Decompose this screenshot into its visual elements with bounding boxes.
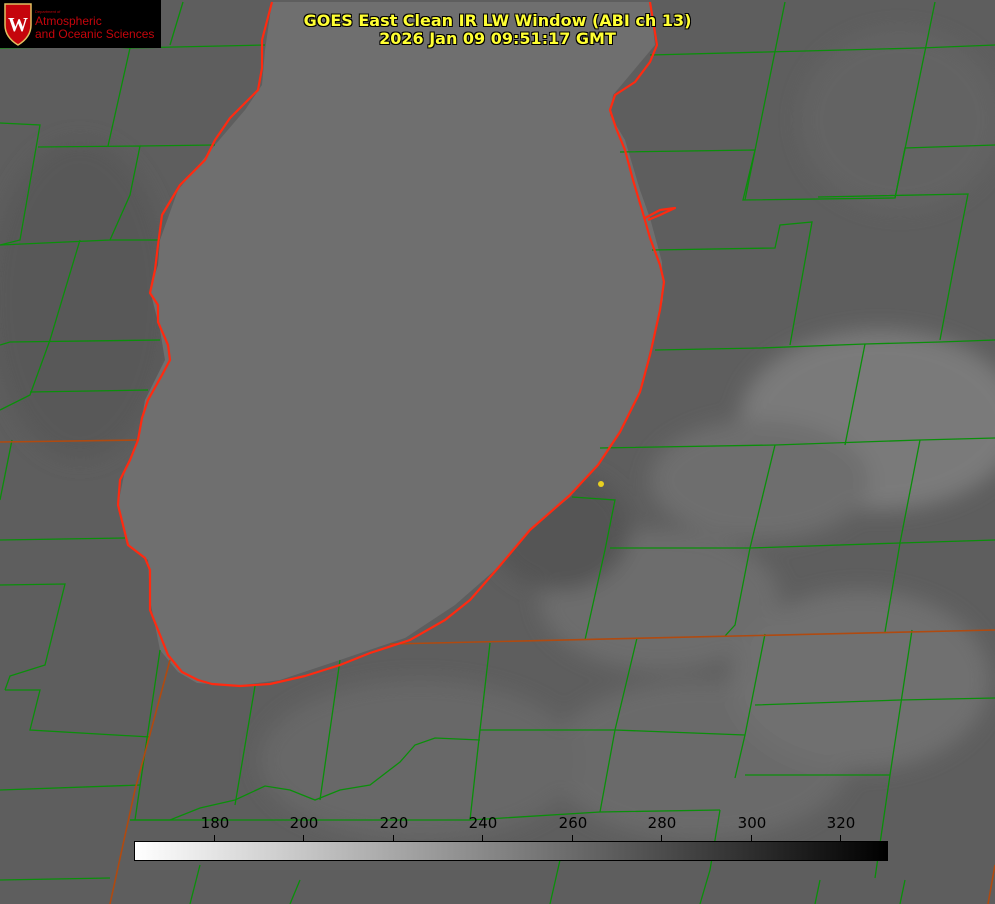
colorbar-tick: 280 [642, 813, 682, 841]
logo-line-2: and Oceanic Sciences [35, 27, 155, 41]
uw-crest-icon: W [4, 3, 32, 46]
colorbar-tick: 260 [553, 813, 593, 841]
colorbar-tick: 300 [732, 813, 772, 841]
colorbar-tick: 240 [463, 813, 503, 841]
image-title: GOES East Clean IR LW Window (ABI ch 13)… [260, 12, 735, 48]
colorbar-tick: 220 [374, 813, 414, 841]
department-logo: W Department of Atmospheric and Oceanic … [0, 0, 161, 48]
title-timestamp: 2026 Jan 09 09:51:17 GMT [379, 29, 616, 48]
satellite-map [0, 0, 995, 904]
colorbar: 180 200 220 240 260 280 300 320 [134, 813, 888, 861]
colorbar-tick: 200 [284, 813, 324, 841]
colorbar-tick: 320 [821, 813, 861, 841]
colorbar-tick: 180 [195, 813, 235, 841]
station-dot [598, 481, 604, 487]
title-product: GOES East Clean IR LW Window (ABI ch 13) [303, 11, 692, 30]
colorbar-gradient [134, 841, 888, 861]
svg-text:W: W [8, 14, 28, 36]
